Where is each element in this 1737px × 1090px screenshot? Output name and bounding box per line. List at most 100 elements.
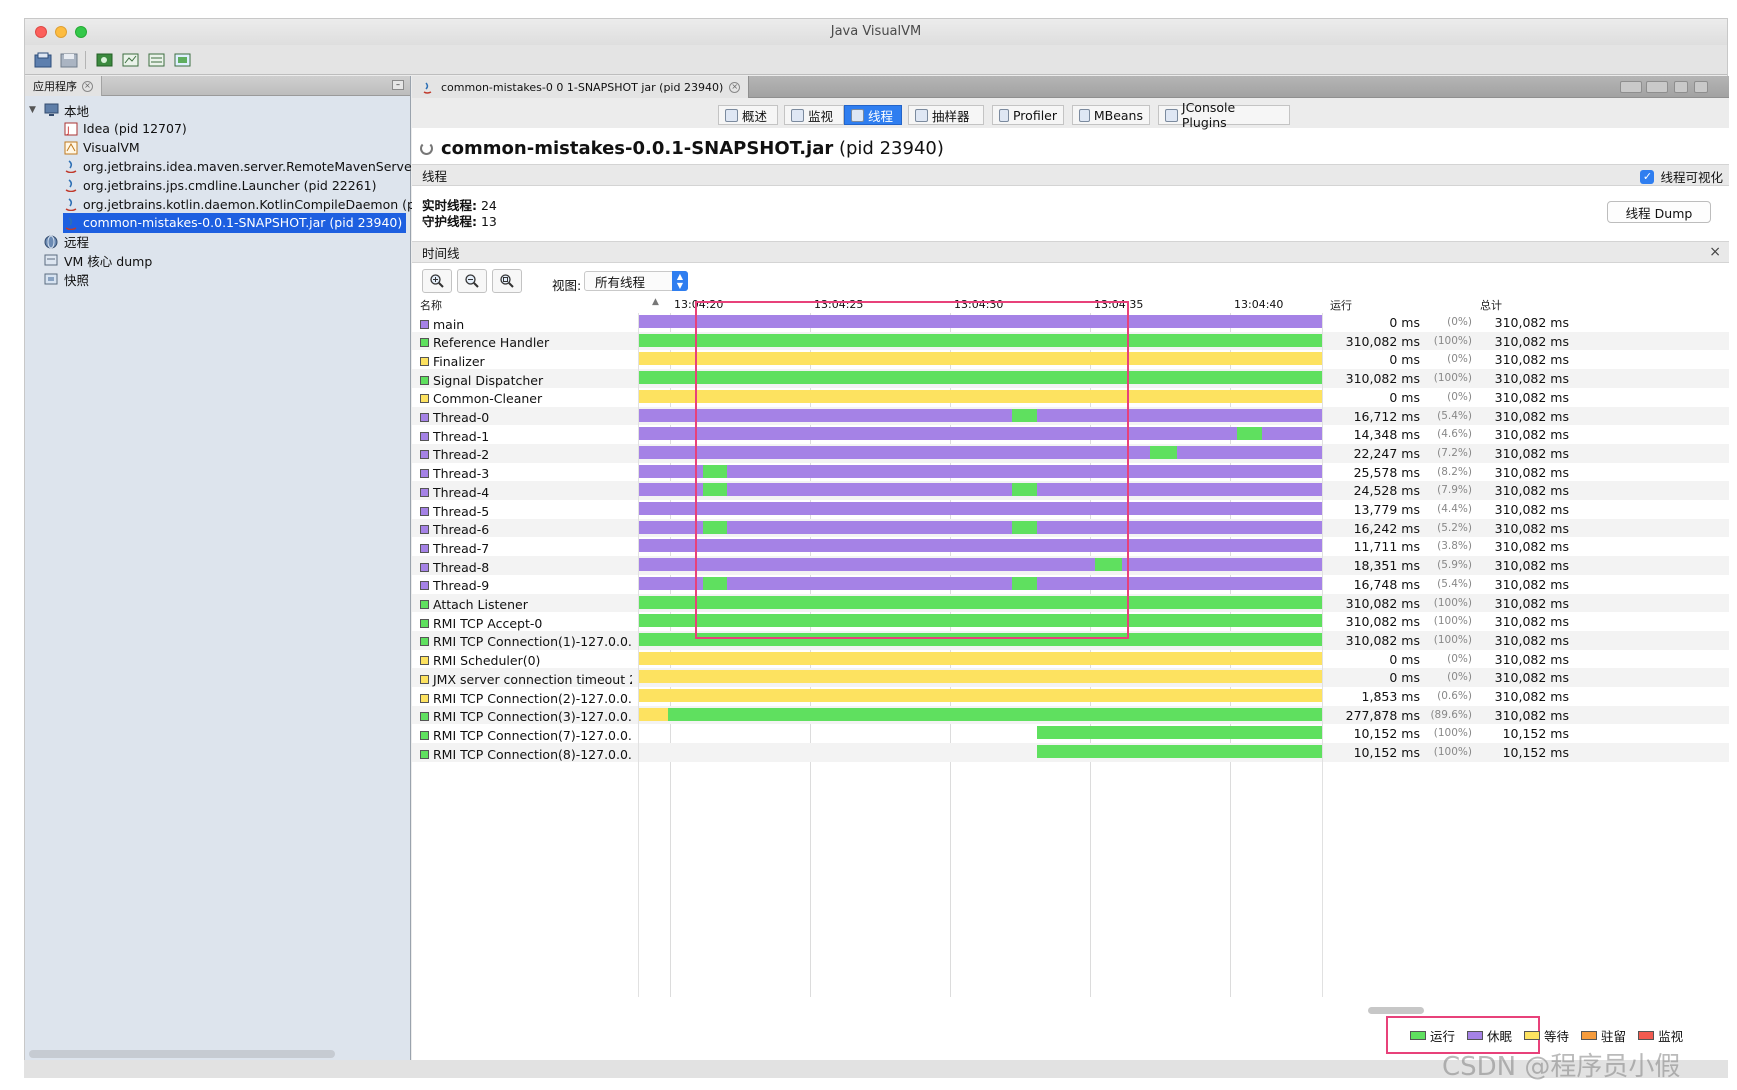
heap-dump-button[interactable] [121, 50, 141, 70]
timeline-bar[interactable] [1012, 483, 1037, 497]
timeline-bar[interactable] [1012, 408, 1037, 422]
thread-visualization-checkbox[interactable]: ✓ 线程可视化 [1640, 167, 1723, 186]
chevron-updown-icon[interactable]: ▲ ▼ [672, 271, 688, 291]
checkbox-checked-icon[interactable]: ✓ [1640, 169, 1655, 184]
tree-item[interactable]: VM 核心 dump [29, 250, 152, 270]
timeline-bar[interactable] [702, 520, 727, 534]
thread-row[interactable]: Thread-5 13,779 ms (4.4%) 310,082 ms [412, 500, 1729, 519]
timeline-bar[interactable] [1012, 520, 1037, 534]
zoom-in-button[interactable] [422, 269, 452, 293]
view-tab[interactable]: 监视 [784, 105, 844, 125]
timeline-bar[interactable] [638, 389, 1322, 403]
timeline-bar[interactable] [638, 502, 1322, 515]
thread-row[interactable]: JMX server connection timeout 27 0 ms (0%)… [412, 668, 1729, 687]
timeline-bar[interactable] [638, 689, 1322, 702]
thread-row[interactable]: RMI TCP Connection(8)-127.0.0.1 10,152 ms… [412, 743, 1729, 762]
thread-row[interactable]: Attach Listener 310,082 ms (100%) 310,082 m… [412, 593, 1729, 613]
zoom-fit-button[interactable] [492, 269, 522, 293]
thread-row[interactable]: RMI TCP Connection(2)-127.0.0.1 1,853 ms(… [412, 687, 1729, 706]
horizontal-scrollbar[interactable] [29, 1050, 335, 1058]
thread-row[interactable]: Thread-6 16,242 ms (5.2%) 310,082 ms [412, 518, 1729, 538]
timeline-bar[interactable] [638, 315, 1322, 328]
close-icon[interactable]: × [82, 80, 93, 92]
view-tab[interactable]: 线程 [844, 105, 902, 125]
tab-list-icon[interactable] [1674, 81, 1688, 93]
timeline-bar[interactable] [638, 520, 1322, 534]
timeline-bar[interactable] [638, 576, 1322, 590]
view-tab[interactable]: MBeans [1072, 105, 1150, 125]
timeline-bar[interactable] [638, 427, 1322, 441]
name-column-header[interactable]: 名称 [420, 297, 442, 313]
timeline-bar[interactable] [638, 464, 1322, 478]
thread-row[interactable]: Thread-7 11,711 ms (3.8%) 310,082 ms [412, 537, 1729, 556]
timeline-bar[interactable] [702, 576, 727, 590]
timeline-bar[interactable] [638, 539, 1322, 553]
thread-dump-toolbar-button[interactable] [147, 50, 167, 70]
thread-row[interactable]: RMI TCP Accept-0 310,082 ms (100%) 310,082 … [412, 612, 1729, 631]
tree-item[interactable]: org.jetbrains.idea.maven.server.RemoteMa… [63, 156, 417, 176]
close-icon[interactable]: × [729, 81, 741, 93]
thread-row[interactable]: RMI TCP Connection(1)-127.0.0.1 310,082 m… [412, 630, 1729, 650]
timeline-bar[interactable] [702, 483, 727, 497]
tab-right-icon[interactable] [1646, 81, 1668, 93]
sort-up-icon[interactable]: ▲ [652, 297, 659, 313]
open-file-button[interactable] [33, 50, 53, 70]
timeline-bar[interactable] [638, 445, 1322, 459]
thread-row[interactable]: Reference Handler 310,082 ms (100%) 310,082… [412, 331, 1729, 351]
timeline-bar[interactable] [638, 483, 1322, 497]
timeline-bar[interactable] [638, 670, 1322, 684]
thread-dump-button[interactable]: 线程 Dump [1607, 201, 1711, 223]
total-column-header[interactable]: 总计 [1480, 297, 1502, 313]
timeline-bar[interactable] [1012, 576, 1037, 590]
maximize-icon[interactable] [1694, 81, 1708, 93]
tab-left-icon[interactable] [1620, 81, 1642, 93]
thread-row[interactable]: Finalizer 0 ms (0%) 310,082 ms [412, 350, 1729, 369]
timeline-bar[interactable] [638, 632, 1322, 646]
expand-arrow-icon[interactable]: ▼ [29, 105, 39, 115]
tree-item[interactable]: org.jetbrains.jps.cmdline.Launcher (pid … [63, 175, 376, 195]
tree-item[interactable]: org.jetbrains.kotlin.daemon.KotlinCompil… [63, 194, 415, 214]
view-tab[interactable]: Profiler [992, 105, 1064, 125]
thread-row[interactable]: Thread-9 16,748 ms (5.4%) 310,082 ms [412, 575, 1729, 594]
timeline-bar[interactable] [638, 558, 1322, 572]
timeline-bar[interactable] [1036, 726, 1322, 740]
tree-item[interactable]: 快照 [29, 269, 89, 289]
timeline-scrollbar[interactable] [1368, 1007, 1424, 1014]
view-select[interactable]: 所有线程 ▲ ▼ [584, 271, 688, 291]
thread-row[interactable]: Thread-8 18,351 ms (5.9%) 310,082 ms [412, 556, 1729, 575]
thread-row[interactable]: Thread-4 24,528 ms (7.9%) 310,082 ms [412, 481, 1729, 500]
add-jmx-button[interactable] [95, 50, 115, 70]
timeline-bar[interactable] [702, 464, 727, 478]
timeline-bar[interactable] [638, 707, 669, 721]
minimize-panel-icon[interactable]: – [392, 80, 404, 90]
applications-tab[interactable]: 应用程序 × [25, 76, 102, 96]
thread-row[interactable]: Common-Cleaner 0 ms (0%) 310,082 ms [412, 388, 1729, 407]
timeline-bar[interactable] [638, 408, 1322, 422]
tree-item[interactable]: ▼ 本地 [29, 100, 89, 120]
view-tab[interactable]: 抽样器 [908, 105, 984, 125]
timeline-bar[interactable] [1150, 445, 1177, 459]
tree-item[interactable]: J Idea (pid 12707) [63, 119, 187, 139]
thread-row[interactable]: Thread-2 22,247 ms (7.2%) 310,082 ms [412, 443, 1729, 463]
view-tab[interactable]: JConsole Plugins [1158, 100, 1290, 130]
timeline-bar[interactable] [638, 651, 1322, 665]
timeline-bar[interactable] [1094, 558, 1123, 572]
tree-item[interactable]: VisualVM [63, 138, 140, 158]
timeline-bar[interactable] [638, 333, 1322, 347]
thread-row[interactable]: Thread-1 14,348 ms (4.6%) 310,082 ms [412, 425, 1729, 444]
view-tab[interactable]: 概述 [718, 105, 778, 125]
thread-row[interactable]: Thread-0 16,712 ms (5.4%) 310,082 ms [412, 406, 1729, 426]
document-tab[interactable]: common-mistakes-0 0 1-SNAPSHOT jar (pid … [412, 76, 750, 98]
zoom-out-button[interactable] [457, 269, 487, 293]
timeline-bar[interactable] [638, 614, 1322, 628]
thread-row[interactable]: RMI TCP Connection(3)-127.0.0.1 277,878 m… [412, 705, 1729, 725]
thread-row[interactable]: Thread-3 25,578 ms (8.2%) 310,082 ms [412, 463, 1729, 482]
timeline-bar[interactable] [638, 371, 1322, 385]
timeline-bar[interactable] [638, 595, 1322, 609]
timeline-bar[interactable] [668, 707, 1322, 721]
timeline-bar[interactable] [1036, 745, 1322, 759]
thread-row[interactable]: RMI TCP Connection(7)-127.0.0.1 10,152 ms… [412, 724, 1729, 743]
timeline-bar[interactable] [1236, 427, 1262, 441]
snapshot-button[interactable] [173, 50, 193, 70]
thread-row[interactable]: RMI Scheduler(0) 0 ms (0%) 310,082 ms [412, 650, 1729, 669]
